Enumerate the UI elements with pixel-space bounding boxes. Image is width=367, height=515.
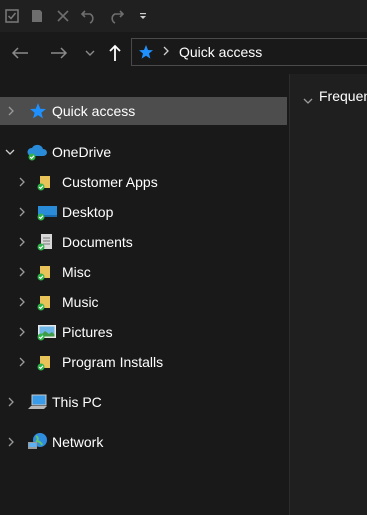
redo-icon[interactable] — [106, 6, 126, 26]
tree-item-label: Network — [52, 434, 104, 450]
tree-item-program-installs[interactable]: Program Installs — [0, 348, 287, 376]
chevron-right-icon[interactable] — [16, 236, 28, 248]
chevron-right-icon[interactable] — [16, 356, 28, 368]
tree-item-pictures[interactable]: Pictures — [0, 318, 287, 346]
properties-icon[interactable] — [2, 6, 22, 26]
folder-synced-icon — [36, 263, 54, 281]
tree-item-label: Music — [62, 294, 99, 310]
tree-item-this-pc[interactable]: This PC — [0, 388, 287, 416]
chevron-right-icon[interactable] — [5, 436, 17, 448]
onedrive-cloud-icon — [26, 143, 48, 161]
breadcrumb-chevron-icon[interactable] — [161, 44, 171, 61]
tree-item-label: OneDrive — [52, 144, 112, 160]
tree-item-music[interactable]: Music — [0, 288, 287, 316]
content-pane — [290, 74, 367, 515]
tree-item-label: Quick access — [52, 103, 136, 119]
chevron-right-icon[interactable] — [16, 176, 28, 188]
undo-icon[interactable] — [79, 6, 99, 26]
folder-synced-icon — [36, 353, 54, 371]
folder-synced-icon — [36, 173, 54, 191]
chevron-right-icon[interactable] — [16, 266, 28, 278]
tree-item-network[interactable]: Network — [0, 428, 287, 456]
pictures-synced-icon — [36, 323, 58, 341]
tree-item-label: Documents — [62, 234, 133, 250]
chevron-right-icon[interactable] — [5, 105, 17, 117]
star-icon — [29, 102, 47, 120]
chevron-down-icon[interactable] — [4, 146, 16, 158]
up-arrow-icon[interactable] — [103, 40, 127, 66]
tree-item-label: This PC — [52, 394, 102, 410]
folder-synced-icon — [36, 293, 54, 311]
customize-dropdown-icon[interactable] — [133, 6, 153, 26]
tree-item-label: Misc — [62, 264, 91, 280]
network-globe-icon — [27, 432, 49, 450]
chevron-right-icon[interactable] — [5, 396, 17, 408]
chevron-down-icon[interactable] — [302, 92, 314, 108]
section-header-label: Frequen — [319, 88, 367, 104]
tree-item-customer-apps[interactable]: Customer Apps — [0, 168, 287, 196]
address-bar[interactable]: Quick access — [131, 38, 367, 66]
new-folder-icon[interactable] — [27, 6, 47, 26]
tree-item-label: Program Installs — [62, 354, 164, 370]
tree-item-label: Desktop — [62, 204, 114, 220]
computer-icon — [27, 393, 49, 411]
desktop-synced-icon — [36, 203, 58, 221]
recent-locations-chevron-icon[interactable] — [78, 40, 102, 66]
chevron-right-icon[interactable] — [16, 326, 28, 338]
tree-item-label: Customer Apps — [62, 174, 158, 190]
tree-item-misc[interactable]: Misc — [0, 258, 287, 286]
tree-item-onedrive[interactable]: OneDrive — [0, 138, 287, 166]
chevron-right-icon[interactable] — [16, 296, 28, 308]
tree-item-quick-access[interactable]: Quick access — [0, 97, 287, 125]
quick-access-toolbar — [0, 0, 367, 32]
back-arrow-icon[interactable] — [8, 40, 32, 66]
chevron-right-icon[interactable] — [16, 206, 28, 218]
tree-item-documents[interactable]: Documents — [0, 228, 287, 256]
address-path[interactable]: Quick access — [179, 44, 262, 60]
delete-icon[interactable] — [53, 6, 73, 26]
forward-arrow-icon[interactable] — [47, 40, 71, 66]
documents-synced-icon — [36, 233, 54, 251]
star-icon — [138, 44, 154, 63]
tree-item-label: Pictures — [62, 324, 113, 340]
tree-item-desktop[interactable]: Desktop — [0, 198, 287, 226]
